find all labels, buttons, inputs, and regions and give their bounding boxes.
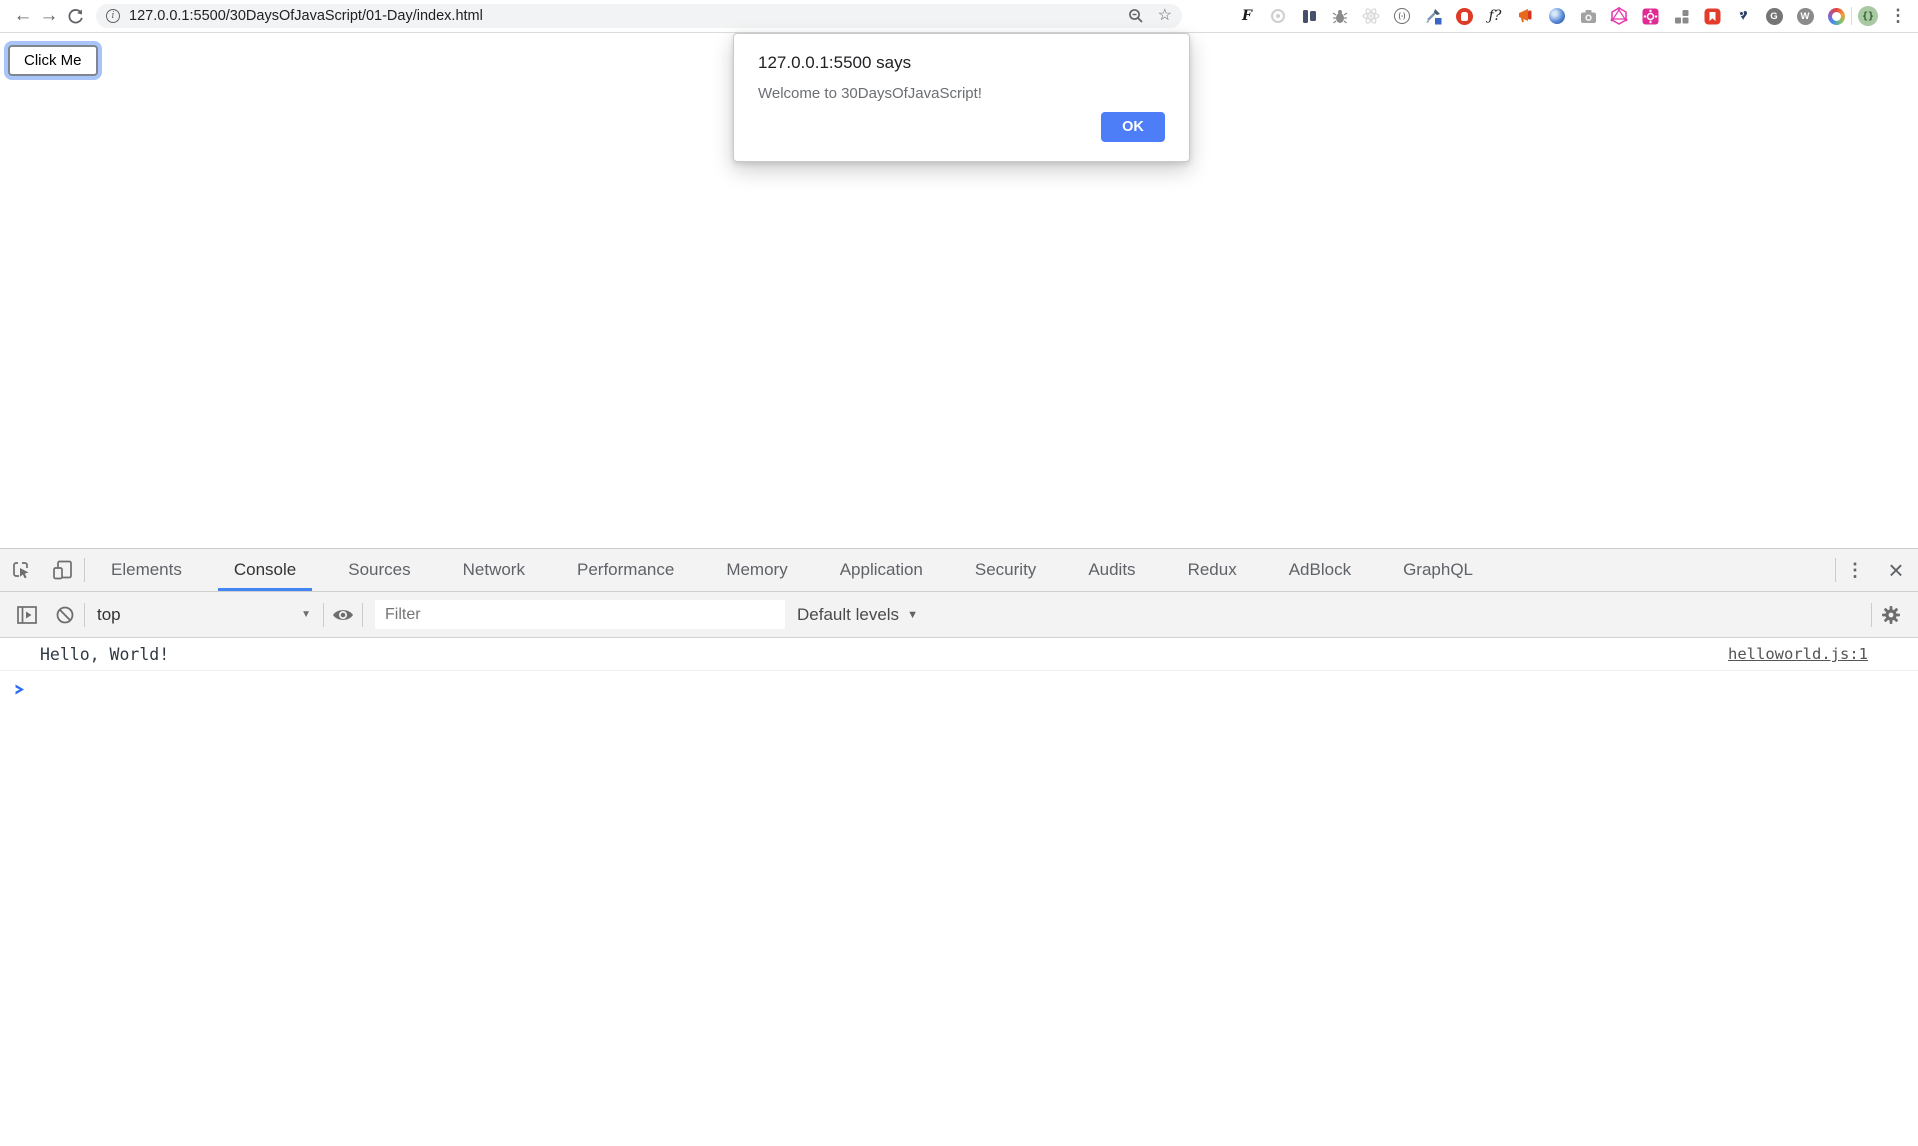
extensions-strip: F bbox=[1238, 7, 1845, 25]
bookmark-star-icon[interactable]: ☆ bbox=[1158, 8, 1172, 24]
alert-ok-button[interactable]: OK bbox=[1101, 112, 1165, 142]
vertical-bars-icon[interactable] bbox=[1300, 7, 1318, 25]
close-icon: × bbox=[1888, 555, 1903, 586]
tab-security[interactable]: Security bbox=[949, 549, 1062, 591]
console-sidebar-button[interactable] bbox=[8, 599, 46, 631]
corner-blocks-icon[interactable] bbox=[1672, 7, 1690, 25]
inspect-cursor-icon bbox=[10, 559, 32, 581]
prompt-chevron-icon bbox=[13, 683, 26, 696]
tab-adblock[interactable]: AdBlock bbox=[1263, 549, 1377, 591]
click-me-button[interactable]: Click Me bbox=[8, 45, 98, 76]
stylized-f-icon[interactable]: F bbox=[1238, 7, 1256, 25]
device-toolbar-button[interactable] bbox=[42, 549, 84, 591]
tab-redux[interactable]: Redux bbox=[1162, 549, 1263, 591]
live-expression-button[interactable] bbox=[324, 599, 362, 631]
function-help-icon[interactable]: ƒ? bbox=[1486, 7, 1504, 25]
gray-w-icon[interactable]: W bbox=[1796, 7, 1814, 25]
heart-search-icon[interactable]: ♥ bbox=[1734, 7, 1752, 25]
back-icon: ← bbox=[14, 5, 33, 27]
context-selector[interactable]: top ▼ bbox=[85, 599, 323, 631]
address-bar[interactable]: i 127.0.0.1:5500/30DaysOfJavaScript/01-D… bbox=[96, 4, 1182, 28]
console-settings-button[interactable] bbox=[1872, 599, 1910, 631]
blue-orb-icon[interactable] bbox=[1548, 7, 1566, 25]
devtools-panel: Elements Console Sources Network Perform… bbox=[0, 548, 1918, 1146]
gear-icon bbox=[1881, 605, 1901, 625]
reload-icon bbox=[67, 8, 84, 25]
camera-icon[interactable] bbox=[1579, 7, 1597, 25]
toolbar-separator bbox=[1851, 7, 1852, 25]
eye-icon bbox=[332, 607, 354, 623]
tab-sources[interactable]: Sources bbox=[322, 549, 436, 591]
chevron-down-icon: ▼ bbox=[907, 609, 918, 621]
zoom-icon[interactable] bbox=[1128, 8, 1144, 24]
gray-g-icon[interactable]: G bbox=[1765, 7, 1783, 25]
tab-audits[interactable]: Audits bbox=[1062, 549, 1161, 591]
clear-console-icon bbox=[55, 605, 75, 625]
devtools-close-button[interactable]: × bbox=[1874, 549, 1918, 591]
console-toolbar-separator bbox=[362, 603, 363, 627]
alert-title: 127.0.0.1:5500 says bbox=[758, 53, 1165, 73]
forward-icon: → bbox=[40, 5, 59, 27]
tab-elements[interactable]: Elements bbox=[85, 549, 208, 591]
tab-network[interactable]: Network bbox=[437, 549, 551, 591]
eyedropper-icon[interactable] bbox=[1424, 7, 1442, 25]
megaphone-icon[interactable] bbox=[1517, 7, 1535, 25]
json-braces-icon[interactable]: {} bbox=[1858, 6, 1878, 26]
tab-console[interactable]: Console bbox=[208, 549, 322, 591]
console-log-row: Hello, World! helloworld.js:1 bbox=[0, 638, 1918, 671]
browser-menu-icon[interactable]: ⋮ bbox=[1888, 6, 1908, 26]
url-text: 127.0.0.1:5500/30DaysOfJavaScript/01-Day… bbox=[129, 8, 483, 24]
tab-graphql[interactable]: GraphQL bbox=[1377, 549, 1499, 591]
console-log-message: Hello, World! bbox=[40, 645, 169, 664]
parentheses-icon[interactable]: (-) bbox=[1393, 7, 1411, 25]
browser-window: ← → i 127.0.0.1:5500/30DaysOfJavaScript/… bbox=[0, 0, 1918, 1146]
console-prompt[interactable] bbox=[0, 671, 1918, 708]
chevron-down-icon: ▼ bbox=[301, 609, 311, 620]
tab-memory[interactable]: Memory bbox=[700, 549, 813, 591]
filter-input[interactable] bbox=[375, 600, 785, 629]
bug-icon[interactable] bbox=[1331, 7, 1349, 25]
context-selector-value: top bbox=[97, 605, 121, 625]
kebab-icon: ⋮ bbox=[1846, 560, 1864, 581]
atom-icon[interactable] bbox=[1362, 7, 1380, 25]
alert-message: Welcome to 30DaysOfJavaScript! bbox=[758, 85, 1165, 102]
console-toolbar: top ▼ Default levels ▼ bbox=[0, 592, 1918, 638]
console-sidebar-icon bbox=[17, 606, 37, 624]
devtools-tab-bar: Elements Console Sources Network Perform… bbox=[0, 549, 1918, 592]
alert-dialog: 127.0.0.1:5500 says Welcome to 30DaysOfJ… bbox=[733, 33, 1190, 162]
hand-stop-icon[interactable] bbox=[1455, 7, 1473, 25]
browser-toolbar: ← → i 127.0.0.1:5500/30DaysOfJavaScript/… bbox=[0, 0, 1918, 33]
log-levels-value: Default levels bbox=[797, 605, 899, 625]
tab-application[interactable]: Application bbox=[814, 549, 949, 591]
red-bookmark-icon[interactable] bbox=[1703, 7, 1721, 25]
log-levels-selector[interactable]: Default levels ▼ bbox=[797, 605, 918, 625]
reload-button[interactable] bbox=[62, 3, 88, 29]
forward-button[interactable]: → bbox=[36, 3, 62, 29]
clear-console-button[interactable] bbox=[46, 599, 84, 631]
pink-gear-icon[interactable] bbox=[1641, 7, 1659, 25]
graphql-icon[interactable] bbox=[1610, 7, 1628, 25]
devtools-menu-button[interactable]: ⋮ bbox=[1836, 549, 1874, 591]
spiral-icon[interactable] bbox=[1269, 7, 1287, 25]
page-info-icon[interactable]: i bbox=[106, 9, 120, 23]
device-toolbar-icon bbox=[51, 559, 75, 581]
color-ring-icon[interactable] bbox=[1827, 7, 1845, 25]
back-button[interactable]: ← bbox=[10, 3, 36, 29]
console-source-link[interactable]: helloworld.js:1 bbox=[1728, 645, 1868, 663]
tab-performance[interactable]: Performance bbox=[551, 549, 700, 591]
inspect-element-button[interactable] bbox=[0, 549, 42, 591]
